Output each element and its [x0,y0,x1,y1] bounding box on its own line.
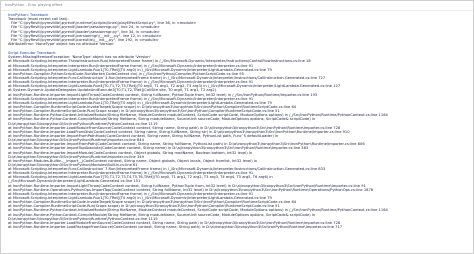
ironpython-traceback-block: IronPython: Traceback Traceback (most rec… [8,13,468,46]
script-executor-traceback-block: Script Executor Traceback: System.Missing… [8,51,468,229]
traceback-output: IronPython: Traceback Traceback (most rec… [1,11,473,253]
window-title: IronPython - Error playing effect [1,1,473,11]
stack-trace-line: at IronPython.Runtime.Importer.LoadPacka… [8,225,343,230]
error-output-window: IronPython - Error playing effect IronPy… [0,0,474,254]
